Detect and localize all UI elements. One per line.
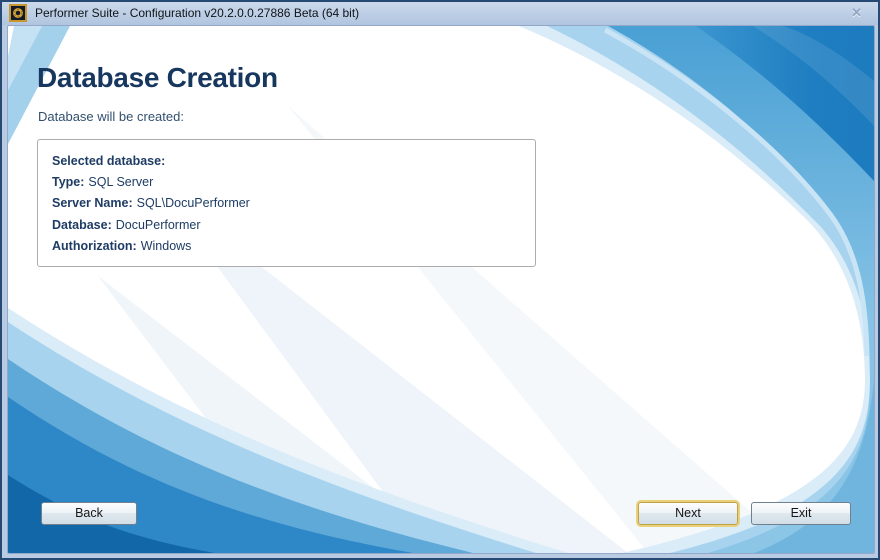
- summary-row-type: Type: SQL Server: [52, 172, 521, 193]
- field-label: Type:: [52, 175, 84, 189]
- database-summary-box: Selected database: Type: SQL Server Serve…: [37, 139, 536, 267]
- close-icon[interactable]: ✕: [847, 2, 866, 25]
- page-title: Database Creation: [37, 62, 278, 94]
- field-label: Authorization:: [52, 239, 137, 253]
- field-label: Server Name:: [52, 196, 133, 210]
- exit-button[interactable]: Exit: [751, 502, 851, 525]
- field-value: SQL\DocuPerformer: [137, 196, 250, 210]
- field-value: SQL Server: [88, 175, 153, 189]
- wizard-content-area: Database Creation Database will be creat…: [7, 25, 875, 554]
- window-title: Performer Suite - Configuration v20.2.0.…: [35, 2, 359, 25]
- field-value: Windows: [141, 239, 192, 253]
- next-button[interactable]: Next: [638, 502, 738, 525]
- summary-heading: Selected database:: [52, 151, 521, 172]
- summary-row-database: Database: DocuPerformer: [52, 215, 521, 236]
- back-button[interactable]: Back: [41, 502, 137, 525]
- title-bar: Performer Suite - Configuration v20.2.0.…: [2, 2, 878, 25]
- intro-text: Database will be created:: [38, 109, 184, 124]
- summary-row-authorization: Authorization: Windows: [52, 236, 521, 257]
- wizard-window: Performer Suite - Configuration v20.2.0.…: [0, 0, 880, 560]
- app-logo-icon: [9, 4, 27, 22]
- summary-row-server-name: Server Name: SQL\DocuPerformer: [52, 193, 521, 214]
- field-value: DocuPerformer: [116, 218, 201, 232]
- field-label: Database:: [52, 218, 112, 232]
- background-swoosh-graphic: [8, 26, 874, 553]
